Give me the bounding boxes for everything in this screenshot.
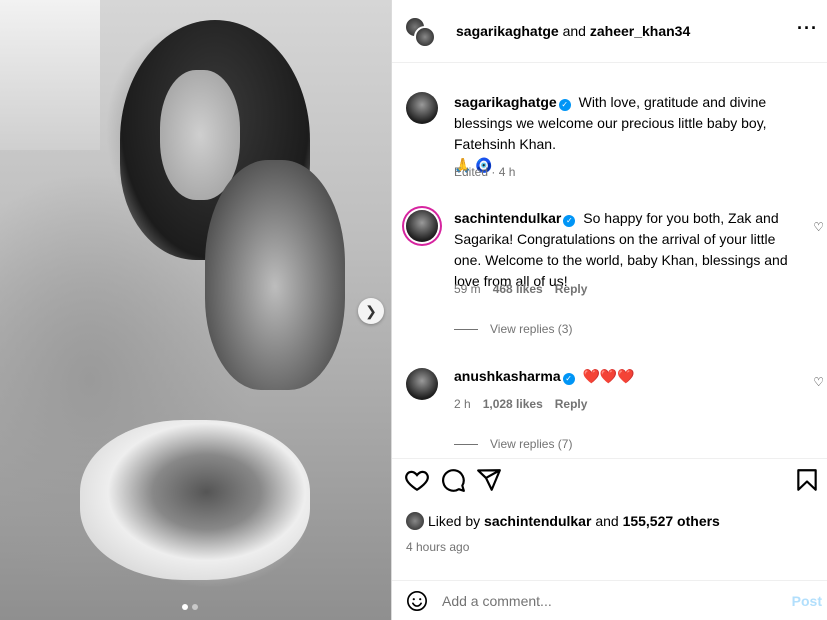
post-header: sagarikaghatge and zaheer_khan34 ···: [392, 0, 827, 63]
comment-username[interactable]: anushkasharma: [454, 368, 561, 384]
post-side-panel: sagarikaghatge and zaheer_khan34 ··· sag…: [391, 0, 827, 620]
smiley-icon[interactable]: [406, 590, 428, 612]
caption: sagarikaghatge ✓ With love, gratitude and…: [454, 92, 799, 176]
avatar[interactable]: [406, 368, 438, 400]
comment-item: sachintendulkar ✓ So happy for you both, …: [454, 208, 799, 292]
more-options-button[interactable]: ···: [797, 18, 818, 39]
and-text: and: [562, 23, 586, 39]
comment-meta: 59 m 468 likes Reply: [454, 282, 587, 296]
view-replies-label: View replies (7): [490, 437, 573, 451]
post-photo[interactable]: ❯: [0, 0, 391, 620]
heart-icon[interactable]: [404, 467, 430, 493]
comment-input[interactable]: Add a comment...: [442, 593, 552, 609]
photo-baby: [80, 420, 310, 580]
comment-item: anushkasharma ✓ ❤️❤️❤️: [454, 366, 799, 387]
photo-window-background: [0, 0, 100, 150]
view-replies-button[interactable]: View replies (3): [454, 322, 572, 336]
carousel-dots: [182, 604, 198, 610]
avatar: [414, 26, 436, 48]
replies-divider: [454, 443, 478, 445]
collab-usernames: sagarikaghatge and zaheer_khan34: [456, 23, 690, 39]
carousel-dot-active: [182, 604, 188, 610]
username-link[interactable]: zaheer_khan34: [590, 23, 690, 39]
reply-button[interactable]: Reply: [555, 282, 588, 296]
caption-username[interactable]: sagarikaghatge: [454, 94, 557, 110]
next-photo-button[interactable]: ❯: [358, 298, 384, 324]
comment-likes[interactable]: 1,028 likes: [483, 397, 543, 411]
liked-by-and: and: [595, 513, 619, 529]
comment-username[interactable]: sachintendulkar: [454, 210, 561, 226]
comment-time: 2 h: [454, 397, 471, 411]
comment-text: ❤️❤️❤️: [582, 368, 635, 384]
reply-button[interactable]: Reply: [555, 397, 588, 411]
like-comment-heart-icon[interactable]: ♡: [813, 375, 824, 389]
post-time[interactable]: 4 hours ago: [406, 540, 469, 554]
photo-man: [205, 160, 345, 390]
add-comment-bar: Add a comment... Post: [392, 580, 827, 620]
photo-woman-face: [160, 70, 240, 200]
post-button[interactable]: Post: [792, 593, 822, 609]
paper-plane-icon[interactable]: [476, 467, 502, 493]
verified-badge-icon: ✓: [562, 373, 575, 385]
like-comment-heart-icon[interactable]: ♡: [813, 220, 824, 234]
liked-by-user[interactable]: sachintendulkar: [484, 513, 591, 529]
comment-time: 59 m: [454, 282, 481, 296]
comment-likes[interactable]: 468 likes: [493, 282, 543, 296]
replies-divider: [454, 328, 478, 330]
avatar: [406, 512, 424, 530]
carousel-dot: [192, 604, 198, 610]
verified-badge-icon: ✓: [563, 215, 576, 227]
edited-time: Edited · 4 h: [454, 165, 516, 179]
liked-by-others[interactable]: 155,527 others: [623, 513, 720, 529]
view-replies-label: View replies (3): [490, 322, 573, 336]
bookmark-icon[interactable]: [794, 467, 820, 493]
chevron-right-icon: ❯: [365, 302, 377, 319]
comments-section[interactable]: sagarikaghatge ✓ With love, gratitude and…: [392, 64, 827, 456]
post-actions: [392, 458, 827, 500]
more-horizontal-icon: ···: [797, 18, 818, 38]
view-replies-button[interactable]: View replies (7): [454, 437, 572, 451]
avatar[interactable]: [406, 92, 438, 124]
username-link[interactable]: sagarikaghatge: [456, 23, 559, 39]
comment-meta: 2 h 1,028 likes Reply: [454, 397, 587, 411]
caption-meta: Edited · 4 h: [454, 165, 515, 179]
comment-icon[interactable]: [440, 467, 466, 493]
avatar[interactable]: [406, 210, 438, 242]
liked-by: Liked by sachintendulkar and 155,527 oth…: [406, 512, 720, 530]
liked-by-prefix: Liked by: [428, 513, 481, 529]
collab-avatars[interactable]: [404, 16, 436, 48]
verified-badge-icon: ✓: [558, 99, 571, 111]
